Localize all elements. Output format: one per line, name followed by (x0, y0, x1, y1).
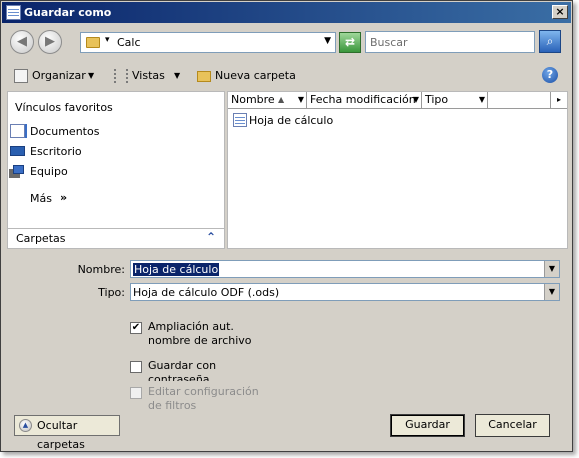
column-header-row: Nombre ▲ ▼ Fecha modificación ▼ Tipo ▼ ▸ (228, 92, 567, 109)
chevron-down-icon: ▼ (174, 71, 181, 80)
views-button[interactable]: Vistas ▼ (114, 68, 186, 84)
refresh-button[interactable]: ⇄ (339, 32, 361, 53)
save-button[interactable]: Guardar (390, 414, 465, 437)
double-chevron-icon: » (60, 191, 68, 204)
folders-label: Carpetas (16, 232, 66, 245)
new-folder-label: Nueva carpeta (215, 69, 296, 82)
column-label: Tipo (425, 93, 449, 106)
checkmark-icon: ✔ (130, 322, 142, 334)
views-icon (114, 69, 128, 83)
new-folder-button[interactable]: Nueva carpeta (197, 68, 296, 84)
close-button[interactable]: × (552, 5, 568, 19)
chevron-down-icon[interactable]: ▼ (298, 92, 304, 108)
column-tipo[interactable]: Tipo ▼ (422, 92, 488, 109)
more-label: Más (30, 192, 52, 205)
new-folder-icon (197, 71, 211, 82)
organize-icon (14, 69, 28, 83)
search-button[interactable]: ⌕ (539, 30, 561, 53)
column-label: Fecha modificación (310, 93, 416, 106)
command-toolbar: Organizar ▼ Vistas ▼ Nueva carpeta ? (2, 60, 571, 90)
chevron-up-icon: ▲ (19, 419, 32, 432)
spreadsheet-app-icon (6, 5, 21, 20)
name-label: Nombre: (77, 263, 125, 276)
checkbox-box (130, 361, 142, 373)
sidebar-item-label: Equipo (30, 165, 68, 178)
help-icon[interactable]: ? (542, 67, 558, 83)
sidebar-item-label: Escritorio (30, 145, 82, 158)
documents-icon (10, 124, 25, 138)
organize-label: Organizar (32, 69, 86, 82)
sort-icon: ▲ (278, 95, 285, 104)
navigation-bar: ◀ ▶ ▾ Calc ▼ ⇄ Buscar ⌕ (2, 23, 571, 59)
chevron-up-icon: ⌃ (205, 230, 216, 244)
chevron-down-icon[interactable]: ▼ (544, 284, 559, 300)
file-type-value: Hoja de cálculo ODF (.ods) (133, 286, 280, 299)
password-checkbox[interactable]: Guardar con contraseña (130, 359, 275, 381)
address-path: Calc (117, 36, 141, 49)
spreadsheet-file-icon (233, 113, 247, 127)
hide-folders-button[interactable]: ▲ Ocultar carpetas (14, 415, 120, 451)
chevron-down-icon: ▼ (88, 71, 95, 80)
auto-extension-checkbox[interactable]: ✔ Ampliación aut. nombre de archivo (130, 320, 275, 348)
column-fecha[interactable]: Fecha modificación ▼ (307, 92, 422, 109)
chevron-down-icon[interactable]: ▼ (479, 92, 485, 108)
sidebar-item-escritorio[interactable]: Escritorio (8, 142, 224, 160)
checkbox-box (130, 387, 142, 399)
type-label: Tipo: (98, 286, 125, 299)
address-bar[interactable]: ▾ Calc ▼ (80, 32, 336, 53)
file-name: Hoja de cálculo (249, 114, 334, 127)
file-list: Nombre ▲ ▼ Fecha modificación ▼ Tipo ▼ ▸… (227, 91, 568, 249)
organize-button[interactable]: Organizar ▼ (14, 68, 100, 84)
auto-extension-label: Ampliación aut. nombre de archivo (148, 320, 252, 347)
favorites-header: Vínculos favoritos (15, 101, 113, 114)
file-name-value: Hoja de cálculo (133, 263, 220, 276)
cancel-button[interactable]: Cancelar (475, 414, 550, 437)
column-label: Nombre (231, 93, 275, 106)
window-title: Guardar como (24, 6, 112, 19)
save-as-dialog: Guardar como × ◀ ▶ ▾ Calc ▼ ⇄ Buscar ⌕ O… (0, 0, 573, 452)
forward-button[interactable]: ▶ (38, 30, 62, 54)
views-label: Vistas (132, 69, 165, 82)
search-input[interactable]: Buscar (365, 31, 535, 53)
filter-settings-checkbox: Editar configuración de filtros (130, 385, 275, 413)
title-bar: Guardar como × (2, 2, 571, 23)
breadcrumb-arrow-icon[interactable]: ▾ (105, 35, 110, 45)
desktop-icon (10, 146, 25, 156)
column-filler (488, 92, 551, 109)
chevron-down-icon[interactable]: ▼ (324, 36, 331, 46)
back-button[interactable]: ◀ (10, 30, 34, 54)
file-type-select[interactable]: Hoja de cálculo ODF (.ods) ▼ (130, 283, 560, 301)
sidebar-item-label: Documentos (30, 125, 100, 138)
scroll-right-icon[interactable]: ▸ (551, 92, 567, 109)
chevron-down-icon[interactable]: ▼ (413, 92, 419, 108)
folders-bar[interactable]: Carpetas ⌃ (7, 228, 225, 249)
column-nombre[interactable]: Nombre ▲ ▼ (228, 92, 307, 109)
chevron-down-icon[interactable]: ▼ (544, 261, 559, 277)
hide-folders-label: Ocultar carpetas (37, 419, 85, 451)
more-links[interactable]: Más » (8, 189, 224, 207)
sidebar-item-documentos[interactable]: Documentos (8, 122, 224, 140)
password-label: Guardar con contraseña (148, 359, 217, 381)
sidebar-item-equipo[interactable]: Equipo (8, 162, 224, 180)
filter-settings-label: Editar configuración de filtros (148, 385, 259, 412)
navigation-pane: Vínculos favoritos Documentos Escritorio… (7, 91, 225, 249)
computer-icon (13, 165, 24, 174)
file-name-field[interactable]: Hoja de cálculo ▼ (130, 260, 560, 278)
folder-icon (86, 37, 100, 48)
